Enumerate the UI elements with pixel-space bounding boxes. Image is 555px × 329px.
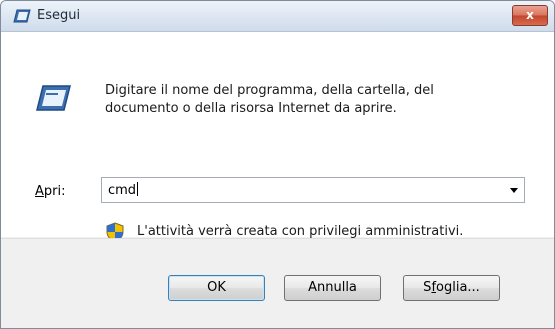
run-window-icon [35, 84, 71, 112]
open-label: Apri: [35, 184, 66, 199]
description-text: Digitare il nome del programma, della ca… [105, 83, 434, 116]
window-title: Esegui [37, 8, 81, 23]
run-dialog: Esegui x Digitare il nome del programma,… [0, 0, 555, 329]
admin-privileges-notice: L'attività verrà creata con privilegi am… [137, 224, 464, 239]
dropdown-button[interactable] [504, 178, 524, 202]
browse-button[interactable]: Sfoglia... [403, 275, 500, 301]
text-caret [137, 182, 139, 196]
close-icon: x [526, 8, 534, 22]
ok-button[interactable]: OK [168, 275, 265, 301]
title-bar[interactable]: Esegui x [1, 1, 554, 32]
run-window-icon [13, 9, 31, 23]
button-bar: OK Annulla Sfoglia... [1, 238, 554, 328]
cancel-button[interactable]: Annulla [284, 275, 381, 301]
command-combobox[interactable]: cmd [101, 177, 525, 203]
command-input[interactable]: cmd [108, 182, 139, 198]
chevron-down-icon [510, 188, 518, 193]
close-button[interactable]: x [512, 5, 548, 26]
dialog-body: Digitare il nome del programma, della ca… [1, 32, 554, 242]
